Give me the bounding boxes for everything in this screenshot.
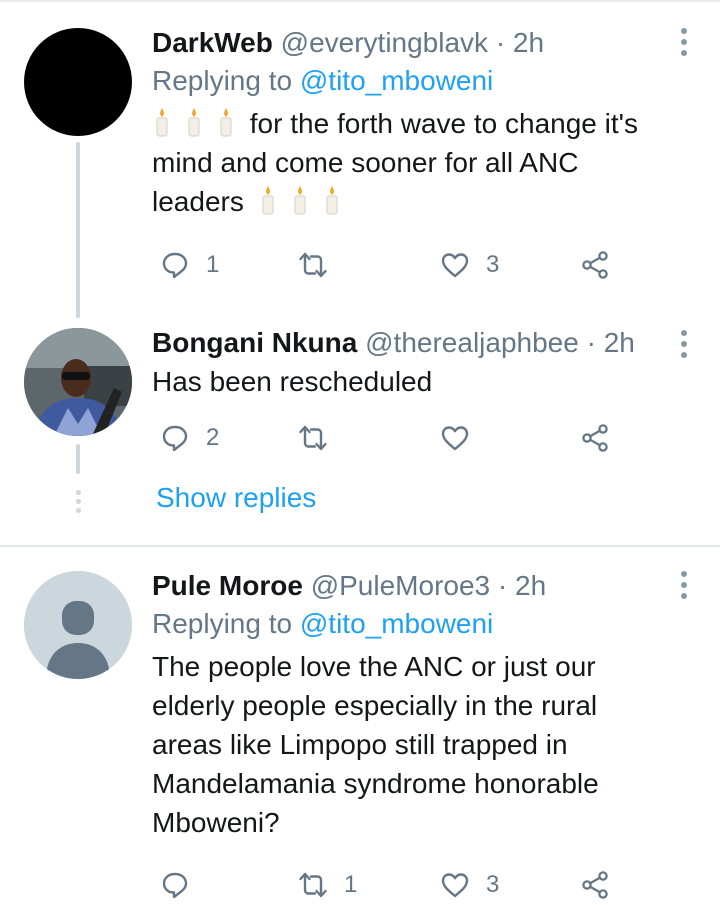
tweet-text-line: elderly people especially in the rural xyxy=(152,690,598,721)
avatar-photo xyxy=(24,328,132,436)
author-handle[interactable]: @PuleMoroe3 xyxy=(311,570,490,601)
tweet-pule[interactable]: Pule Moroe @PuleMoroe3 · 2h Replying to … xyxy=(0,547,720,905)
tweet-text-line: leaders xyxy=(152,182,692,221)
tweet-text-line: The people love the ANC or just our xyxy=(152,651,596,682)
avatar-darkweb[interactable] xyxy=(24,28,132,136)
candle-emojis xyxy=(252,186,348,217)
retweet-button[interactable]: 1 xyxy=(298,865,357,905)
tweet-text-line: areas like Limpopo still trapped in xyxy=(152,729,568,760)
tweet-actions: 2 xyxy=(152,418,632,458)
heart-icon xyxy=(441,426,469,451)
tweet-time[interactable]: · 2h xyxy=(498,570,546,601)
reply-button[interactable]: 1 xyxy=(160,245,219,285)
author-handle[interactable]: @therealjaphbee xyxy=(365,327,579,358)
retweet-icon xyxy=(299,872,327,898)
like-button[interactable]: 3 xyxy=(440,865,499,905)
author-name[interactable]: Pule Moroe xyxy=(152,570,303,601)
tweet-text: Has been rescheduled xyxy=(152,366,433,397)
like-button[interactable] xyxy=(440,418,486,458)
tweet-time[interactable]: · 2h xyxy=(587,327,635,358)
candle-icon xyxy=(294,186,306,215)
reply-count: 2 xyxy=(206,424,220,451)
reply-icon xyxy=(162,872,188,899)
share-button[interactable] xyxy=(580,245,610,285)
thread-line xyxy=(76,142,80,318)
reply-button[interactable] xyxy=(160,865,206,905)
replying-to-handle[interactable]: @tito_mboweni xyxy=(300,608,493,639)
like-count: 3 xyxy=(486,871,500,898)
tweet-text-line: Mandelamania syndrome honorable xyxy=(152,768,599,799)
retweet-count: 1 xyxy=(344,871,358,898)
candle-emojis xyxy=(146,108,250,139)
tweet-header: DarkWeb @everytingblavk · 2h xyxy=(152,24,692,62)
retweet-icon xyxy=(299,425,327,451)
replying-to-prefix: Replying to xyxy=(152,608,293,639)
tweet-actions: 1 3 xyxy=(152,865,632,905)
share-icon xyxy=(582,871,608,899)
candle-icon xyxy=(188,108,200,137)
more-vertical-icon[interactable] xyxy=(680,330,688,358)
retweet-button[interactable] xyxy=(298,418,344,458)
default-profile-icon xyxy=(24,571,132,679)
candle-icon xyxy=(220,108,232,137)
reply-button[interactable]: 2 xyxy=(160,418,219,458)
tweet-text-line: Mboweni? xyxy=(152,807,280,838)
candle-icon xyxy=(326,186,338,215)
author-handle[interactable]: @everytingblavk xyxy=(281,27,488,58)
share-button[interactable] xyxy=(580,865,610,905)
replying-to-handle[interactable]: @tito_mboweni xyxy=(300,65,493,96)
replying-to: Replying to @tito_mboweni xyxy=(152,62,692,100)
reply-icon xyxy=(162,425,188,452)
tweet-header: Bongani Nkuna @therealjaphbee · 2h xyxy=(152,324,692,362)
tweet-text-line: for the forth wave to change it's xyxy=(152,104,692,143)
author-name[interactable]: DarkWeb xyxy=(152,27,273,58)
tweet-text-line: mind and come sooner for all ANC xyxy=(152,147,579,178)
thread-dots xyxy=(74,490,82,513)
heart-icon xyxy=(441,253,469,278)
tweet-darkweb[interactable]: DarkWeb @everytingblavk · 2h Replying to… xyxy=(0,0,720,320)
replying-to-prefix: Replying to xyxy=(152,65,293,96)
candle-icon xyxy=(262,186,274,215)
avatar-bongani[interactable] xyxy=(24,328,132,436)
tweet-actions: 1 3 xyxy=(152,245,632,285)
heart-icon xyxy=(441,873,469,898)
show-replies-link[interactable]: Show replies xyxy=(156,482,316,514)
retweet-button[interactable] xyxy=(298,245,344,285)
thread-line xyxy=(76,444,80,474)
share-icon xyxy=(582,251,608,279)
avatar-default[interactable] xyxy=(24,571,132,679)
tweet-text: The people love the ANC or just our elde… xyxy=(152,647,692,842)
more-vertical-icon[interactable] xyxy=(680,28,688,56)
tweet-text: for the forth wave to change it's mind a… xyxy=(152,104,692,221)
more-vertical-icon[interactable] xyxy=(680,571,688,599)
reply-count: 1 xyxy=(206,251,220,278)
tweet-header: Pule Moroe @PuleMoroe3 · 2h xyxy=(152,567,692,605)
retweet-icon xyxy=(299,252,327,278)
like-button[interactable]: 3 xyxy=(440,245,499,285)
share-icon xyxy=(582,424,608,452)
tweet-bongani[interactable]: Bongani Nkuna @therealjaphbee · 2h Has b… xyxy=(0,320,720,545)
like-count: 3 xyxy=(486,251,500,278)
candle-icon xyxy=(156,108,168,137)
reply-icon xyxy=(162,252,188,279)
replying-to: Replying to @tito_mboweni xyxy=(152,605,692,643)
author-name[interactable]: Bongani Nkuna xyxy=(152,327,357,358)
share-button[interactable] xyxy=(580,418,610,458)
tweet-time[interactable]: · 2h xyxy=(496,27,544,58)
